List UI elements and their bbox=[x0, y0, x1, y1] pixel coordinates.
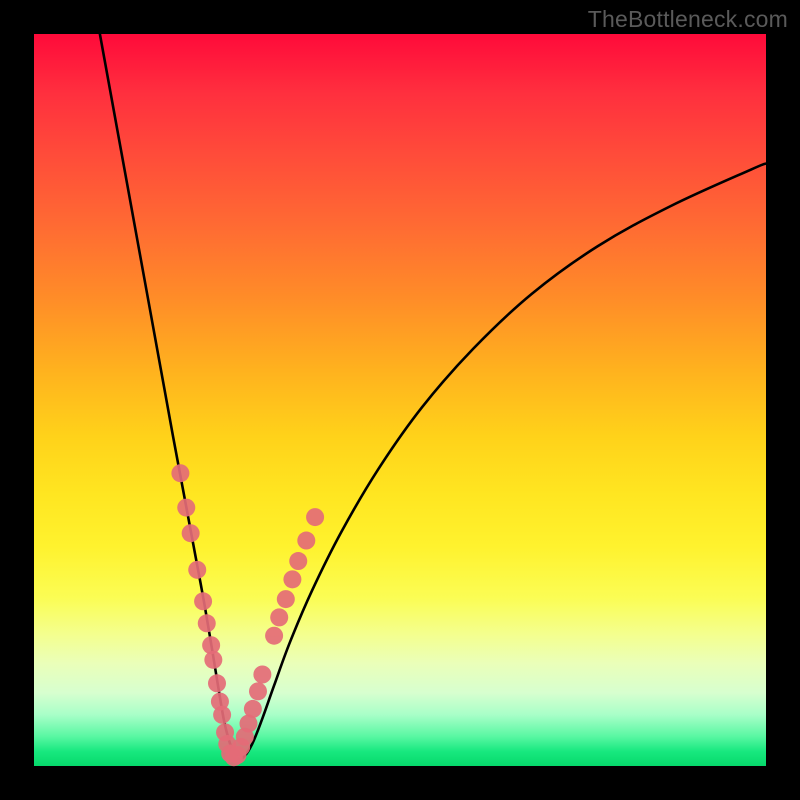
marker-dot bbox=[188, 561, 206, 579]
marker-dot bbox=[182, 524, 200, 542]
plot-area bbox=[34, 34, 766, 766]
chart-svg bbox=[34, 34, 766, 766]
marker-dot bbox=[194, 592, 212, 610]
watermark-text: TheBottleneck.com bbox=[588, 6, 788, 33]
marker-dot bbox=[306, 508, 324, 526]
marker-dot bbox=[253, 666, 271, 684]
marker-dot bbox=[213, 706, 231, 724]
marker-dot bbox=[198, 614, 216, 632]
marker-dot bbox=[208, 674, 226, 692]
marker-dot bbox=[249, 682, 267, 700]
marker-dot bbox=[270, 608, 288, 626]
marker-dot bbox=[289, 552, 307, 570]
marker-dot bbox=[204, 651, 222, 669]
marker-dot bbox=[244, 700, 262, 718]
marker-dot bbox=[171, 464, 189, 482]
marker-dot bbox=[177, 499, 195, 517]
marker-dot bbox=[277, 590, 295, 608]
marker-dot bbox=[265, 627, 283, 645]
v-curve bbox=[100, 34, 766, 759]
marker-dot bbox=[283, 570, 301, 588]
chart-frame: TheBottleneck.com bbox=[0, 0, 800, 800]
marker-dot bbox=[297, 532, 315, 550]
